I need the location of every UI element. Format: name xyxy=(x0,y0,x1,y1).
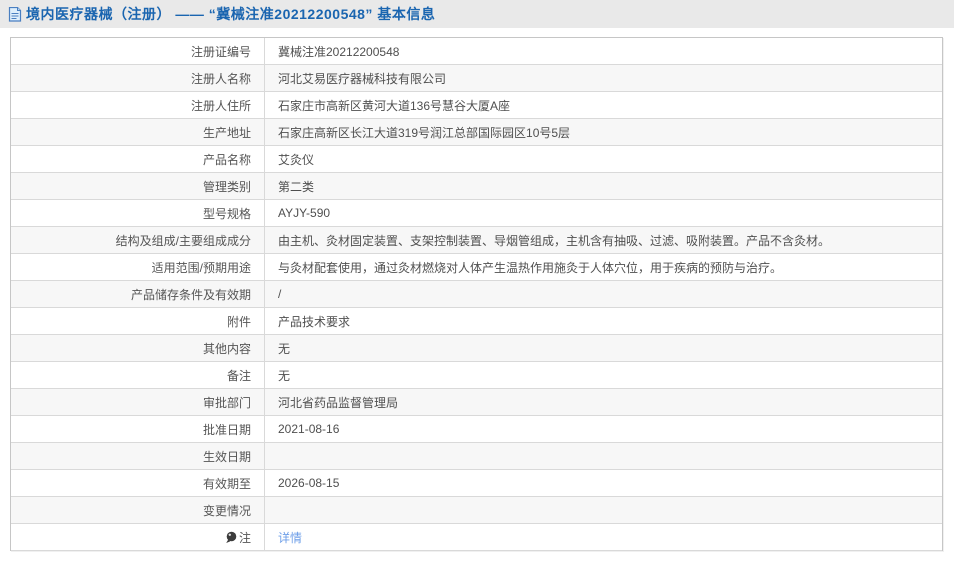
page-header: 境内医疗器械（注册） —— “冀械注准20212200548” 基本信息 xyxy=(0,0,954,28)
table-row-product-name: 产品名称 艾灸仪 xyxy=(11,146,942,173)
row-value: 无 xyxy=(265,335,942,361)
row-label: 生产地址 xyxy=(11,119,265,145)
table-row-intended-use: 适用范围/预期用途 与灸材配套使用，通过灸材燃烧对人体产生温热作用施灸于人体穴位… xyxy=(11,254,942,281)
row-label: 适用范围/预期用途 xyxy=(11,254,265,280)
row-label: 备注 xyxy=(11,362,265,388)
table-row-storage-conditions: 产品储存条件及有效期 / xyxy=(11,281,942,308)
table-row-registrant-name: 注册人名称 河北艾易医疗器械科技有限公司 xyxy=(11,65,942,92)
row-value xyxy=(265,497,942,523)
row-value: AYJY-590 xyxy=(265,200,942,226)
row-label: 变更情况 xyxy=(11,497,265,523)
table-row-production-address: 生产地址 石家庄高新区长江大道319号润江总部国际园区10号5层 xyxy=(11,119,942,146)
note-detail-link[interactable]: 详情 xyxy=(278,529,302,546)
row-label: 附件 xyxy=(11,308,265,334)
row-label: 其他内容 xyxy=(11,335,265,361)
note-balloon-icon xyxy=(225,531,237,544)
row-label: 批准日期 xyxy=(11,416,265,442)
row-value: 与灸材配套使用，通过灸材燃烧对人体产生温热作用施灸于人体穴位，用于疾病的预防与治… xyxy=(265,254,942,280)
row-value: 产品技术要求 xyxy=(265,308,942,334)
row-value: 石家庄市高新区黄河大道136号慧谷大厦A座 xyxy=(265,92,942,118)
row-label: 结构及组成/主要组成成分 xyxy=(11,227,265,253)
row-label: 产品名称 xyxy=(11,146,265,172)
row-value: 石家庄高新区长江大道319号润江总部国际园区10号5层 xyxy=(265,119,942,145)
document-icon xyxy=(8,7,22,22)
row-label: 有效期至 xyxy=(11,470,265,496)
table-row-approval-department: 审批部门 河北省药品监督管理局 xyxy=(11,389,942,416)
row-value: / xyxy=(265,281,942,307)
table-row-valid-until: 有效期至 2026-08-15 xyxy=(11,470,942,497)
row-label: 型号规格 xyxy=(11,200,265,226)
row-value: 第二类 xyxy=(265,173,942,199)
row-label: 审批部门 xyxy=(11,389,265,415)
page-title: 境内医疗器械（注册） —— “冀械注准20212200548” 基本信息 xyxy=(26,4,435,24)
row-value: 2026-08-15 xyxy=(265,470,942,496)
table-row-registrant-address: 注册人住所 石家庄市高新区黄河大道136号慧谷大厦A座 xyxy=(11,92,942,119)
table-row-management-class: 管理类别 第二类 xyxy=(11,173,942,200)
row-label: 注册人名称 xyxy=(11,65,265,91)
table-row-registration-number: 注册证编号 冀械注准20212200548 xyxy=(11,38,942,65)
row-value: 详情 xyxy=(265,524,942,550)
row-value: 河北艾易医疗器械科技有限公司 xyxy=(265,65,942,91)
row-label: 注册证编号 xyxy=(11,38,265,64)
row-label-text: 注 xyxy=(239,529,251,546)
row-label: 注 xyxy=(11,524,265,550)
table-row-remarks: 备注 无 xyxy=(11,362,942,389)
row-value: 无 xyxy=(265,362,942,388)
row-value xyxy=(265,443,942,469)
row-label: 注册人住所 xyxy=(11,92,265,118)
row-value: 艾灸仪 xyxy=(265,146,942,172)
row-label: 生效日期 xyxy=(11,443,265,469)
table-row-approval-date: 批准日期 2021-08-16 xyxy=(11,416,942,443)
table-row-change-status: 变更情况 xyxy=(11,497,942,524)
row-value: 2021-08-16 xyxy=(265,416,942,442)
table-row-model-spec: 型号规格 AYJY-590 xyxy=(11,200,942,227)
table-row-note: 注 详情 xyxy=(11,524,942,551)
row-label: 产品储存条件及有效期 xyxy=(11,281,265,307)
registration-info-table: 注册证编号 冀械注准20212200548 注册人名称 河北艾易医疗器械科技有限… xyxy=(10,37,943,551)
row-value: 由主机、灸材固定装置、支架控制装置、导烟管组成，主机含有抽吸、过滤、吸附装置。产… xyxy=(265,227,942,253)
row-label: 管理类别 xyxy=(11,173,265,199)
row-value: 冀械注准20212200548 xyxy=(265,38,942,64)
row-value: 河北省药品监督管理局 xyxy=(265,389,942,415)
table-row-other-content: 其他内容 无 xyxy=(11,335,942,362)
table-row-attachment: 附件 产品技术要求 xyxy=(11,308,942,335)
table-row-structure-composition: 结构及组成/主要组成成分 由主机、灸材固定装置、支架控制装置、导烟管组成，主机含… xyxy=(11,227,942,254)
table-row-effective-date: 生效日期 xyxy=(11,443,942,470)
